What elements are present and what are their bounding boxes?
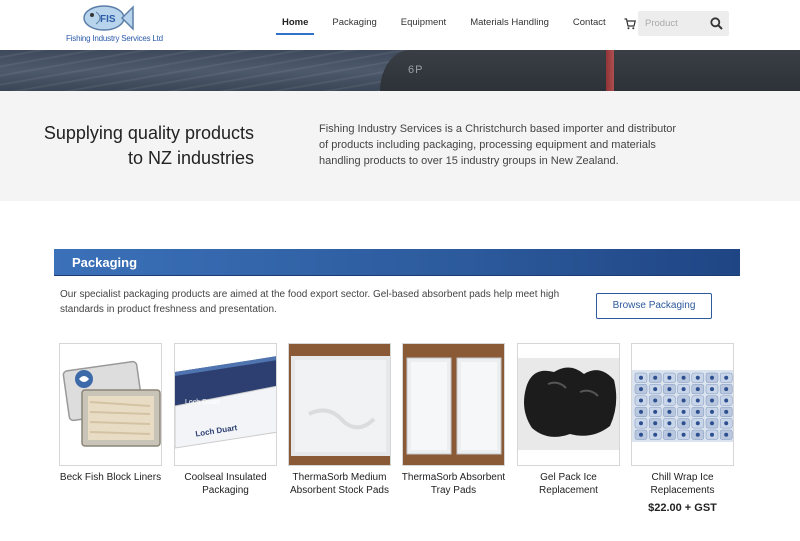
- product-name[interactable]: ThermaSorb Medium Absorbent Stock Pads: [282, 471, 397, 497]
- product-name[interactable]: ThermaSorb Absorbent Tray Pads: [396, 471, 511, 497]
- nav-packaging[interactable]: Packaging: [320, 12, 388, 36]
- product-image[interactable]: [631, 343, 734, 466]
- search-icon[interactable]: [710, 17, 723, 30]
- main-nav: Home Packaging Equipment Materials Handl…: [270, 12, 658, 36]
- search-input[interactable]: [638, 11, 708, 36]
- fish-logo-icon: FIS: [83, 5, 134, 31]
- product-image[interactable]: [517, 343, 620, 466]
- product-name[interactable]: Chill Wrap Ice Replacements: [625, 471, 740, 497]
- intro-text: Fishing Industry Services is a Christchu…: [319, 123, 677, 167]
- product-name[interactable]: Gel Pack Ice Replacement: [511, 471, 626, 497]
- site-header: FIS Fishing Industry Services Ltd Home P…: [0, 0, 800, 50]
- boat-rope: [606, 50, 614, 91]
- browse-packaging-button[interactable]: Browse Packaging: [596, 293, 712, 319]
- packaging-section-header: Packaging: [54, 249, 740, 276]
- product-image[interactable]: [288, 343, 391, 466]
- cart-icon[interactable]: [622, 12, 638, 36]
- product-image[interactable]: Loch Duart Loch Duart: [174, 343, 277, 466]
- intro-band: Supplying quality products to NZ industr…: [0, 91, 800, 201]
- product-image[interactable]: [402, 343, 505, 466]
- site-logo[interactable]: FIS Fishing Industry Services Ltd: [66, 2, 163, 46]
- product-image[interactable]: [59, 343, 162, 466]
- nav-contact[interactable]: Contact: [561, 12, 618, 36]
- product-grid: Beck Fish Block Liners Loch Duart Loch D…: [59, 343, 739, 533]
- nav-materials-handling[interactable]: Materials Handling: [458, 12, 561, 36]
- hero-banner: 6P: [0, 50, 800, 91]
- boat-marking: 6P: [408, 64, 424, 76]
- product-name[interactable]: Coolseal Insulated Packaging: [168, 471, 283, 497]
- logo-text: Fishing Industry Services Ltd: [66, 34, 163, 43]
- section-heading: Packaging: [72, 255, 138, 270]
- product-price: $22.00 + GST: [648, 502, 717, 514]
- search-box: [638, 11, 729, 36]
- intro-title: Supplying quality products to NZ industr…: [43, 123, 254, 168]
- box-label: Loch Duart: [185, 399, 219, 406]
- section-description: Our specialist packaging products are ai…: [60, 289, 560, 315]
- nav-equipment[interactable]: Equipment: [389, 12, 458, 36]
- nav-home[interactable]: Home: [270, 12, 320, 36]
- svg-text:FIS: FIS: [100, 14, 116, 25]
- boat-hull: [380, 50, 800, 91]
- product-name[interactable]: Beck Fish Block Liners: [53, 471, 168, 484]
